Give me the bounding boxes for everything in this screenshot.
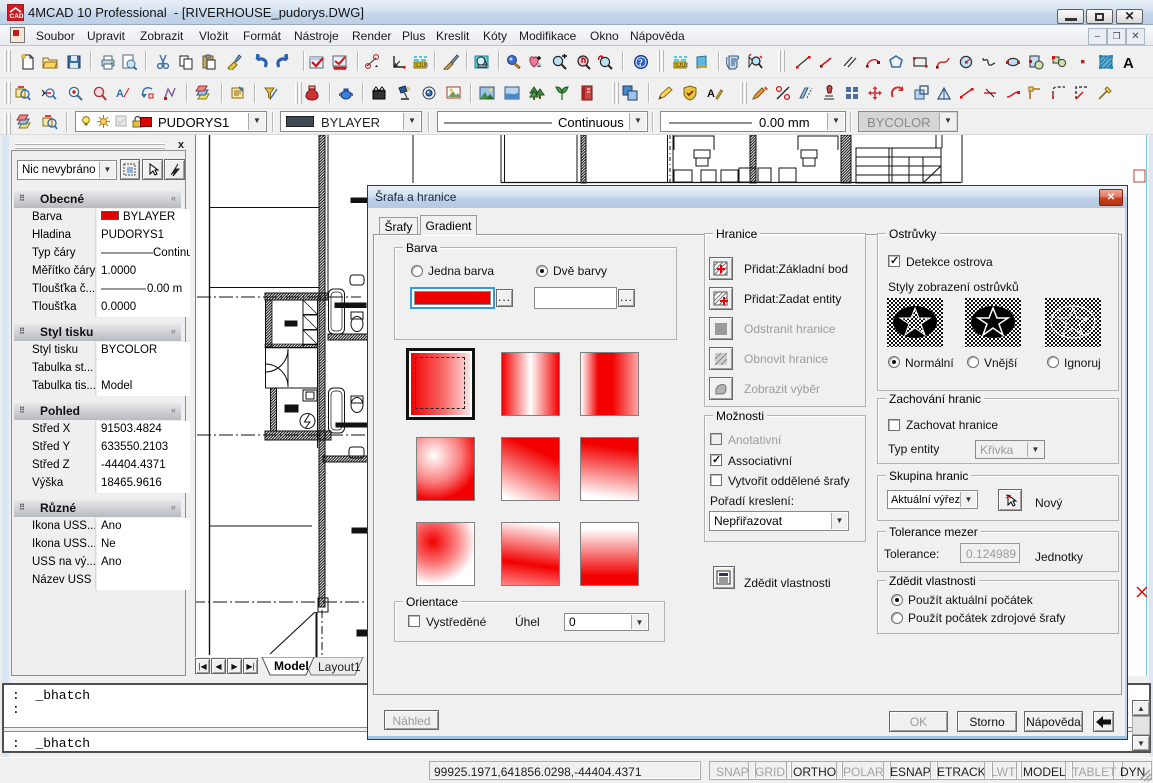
svg-text:?: ? (638, 58, 643, 69)
svg-text:A: A (1123, 55, 1134, 70)
svg-text:SJUS: SJUS (415, 63, 428, 69)
svg-text:A: A (116, 88, 124, 100)
svg-text:A: A (707, 88, 715, 100)
svg-text:CAD: CAD (10, 13, 24, 20)
svg-text:SJUS: SJUS (675, 63, 688, 69)
